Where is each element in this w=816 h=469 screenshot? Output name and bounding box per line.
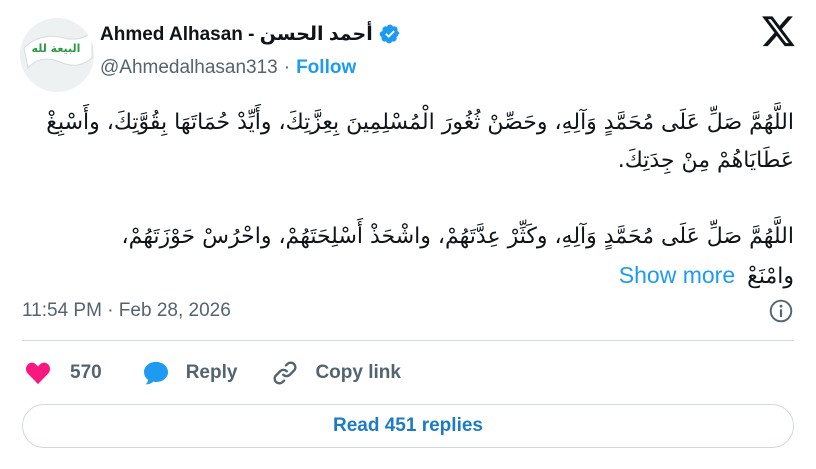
follow-button[interactable]: Follow [296, 57, 356, 79]
copy-link-button[interactable]: Copy link [271, 359, 401, 387]
author-name[interactable]: Ahmed Alhasan - أحمد الحسن [100, 23, 373, 46]
verified-badge-icon [379, 24, 400, 44]
handle-separator: · [283, 57, 291, 78]
x-logo-icon[interactable] [762, 16, 796, 48]
read-replies-button[interactable]: Read 451 replies [22, 404, 794, 448]
tweet-paragraph-2: اللَّهُمَّ صَلِّ عَلَى مُحَمَّدٍ وَآلِهِ… [22, 218, 794, 296]
like-count: 570 [70, 362, 102, 383]
link-icon [273, 361, 297, 385]
copy-link-label: Copy link [315, 362, 401, 383]
reply-button[interactable]: Reply [142, 359, 238, 387]
tweet-text: اللَّهُمَّ صَلِّ عَلَى مُحَمَّدٍ وَآلِهِ… [22, 104, 794, 296]
action-bar: 570 Reply Copy link [24, 356, 401, 390]
avatar-image: البيعة لله [20, 18, 94, 92]
author-handle-row: @Ahmedalhasan313 · Follow [100, 56, 356, 80]
reply-label: Reply [185, 362, 238, 383]
speech-bubble-icon [143, 361, 168, 385]
divider [22, 340, 794, 341]
like-button[interactable]: 570 [24, 359, 102, 387]
tweet-timestamp[interactable]: 11:54 PM · Feb 28, 2026 [22, 298, 231, 324]
avatar-flag-text: البيعة لله [32, 42, 81, 55]
author-name-row: Ahmed Alhasan - أحمد الحسن [100, 20, 401, 48]
tweet-paragraph-1: اللَّهُمَّ صَلِّ عَلَى مُحَمَّدٍ وَآلِهِ… [46, 110, 794, 173]
author-handle[interactable]: @Ahmedalhasan313 [100, 57, 278, 79]
info-icon[interactable] [768, 298, 794, 324]
avatar[interactable]: البيعة لله [20, 18, 94, 92]
show-more-link[interactable]: Show more [619, 262, 735, 288]
heart-icon [25, 362, 51, 385]
